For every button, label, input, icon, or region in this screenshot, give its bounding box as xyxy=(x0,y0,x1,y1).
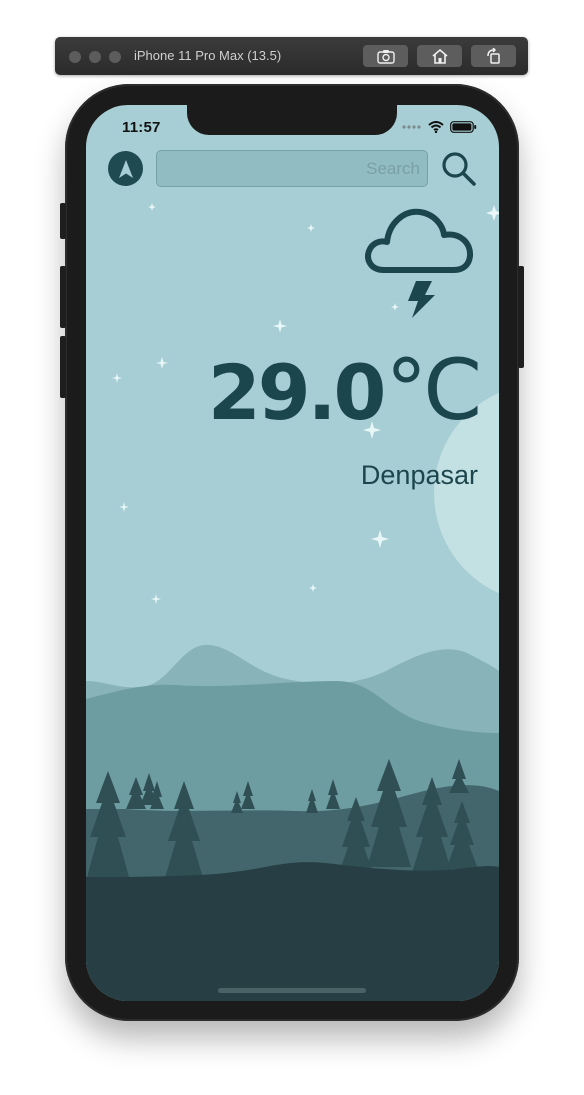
battery-icon xyxy=(450,121,477,133)
star xyxy=(371,530,389,548)
city-name: Denpasar xyxy=(360,460,478,490)
notch xyxy=(187,105,397,135)
rotate-icon xyxy=(486,48,500,64)
status-icons xyxy=(402,121,477,133)
star xyxy=(151,594,161,604)
phone-screen: 11:57 Search 29.0 °C Denpasar xyxy=(86,105,499,1001)
star xyxy=(307,224,315,232)
wifi-icon xyxy=(428,121,444,133)
temperature-value: 29.0 xyxy=(207,348,387,437)
volume-up-button xyxy=(60,266,66,328)
star xyxy=(156,357,168,369)
status-time: 11:57 xyxy=(122,119,161,136)
rotate-button[interactable] xyxy=(471,45,516,67)
foreground-ground xyxy=(86,862,499,1001)
mute-switch xyxy=(60,203,66,239)
screenshot-icon xyxy=(376,49,395,64)
magnifier-icon[interactable] xyxy=(441,151,477,187)
minimize-window-button[interactable] xyxy=(89,51,101,63)
simulator-title: iPhone 11 Pro Max (13.5) xyxy=(134,48,282,63)
zoom-window-button[interactable] xyxy=(109,51,121,63)
thunderstorm-cloud-icon xyxy=(365,208,474,318)
landscape-illustration xyxy=(86,644,499,1001)
close-window-button[interactable] xyxy=(69,51,81,63)
screenshot-button[interactable] xyxy=(363,45,408,67)
star xyxy=(273,319,287,333)
home-button[interactable] xyxy=(417,45,462,67)
star xyxy=(486,205,499,221)
search-input[interactable] xyxy=(156,150,428,187)
signal-dots-icon xyxy=(402,125,421,129)
temperature-display: 29.0 °C xyxy=(207,341,482,439)
star xyxy=(119,502,129,512)
star xyxy=(148,203,156,211)
temperature-unit: °C xyxy=(385,341,482,439)
home-icon xyxy=(431,48,448,64)
star xyxy=(309,584,317,592)
home-indicator[interactable] xyxy=(218,988,366,993)
power-button xyxy=(518,266,524,368)
volume-down-button xyxy=(60,336,66,398)
navigation-arrow-icon xyxy=(118,159,133,178)
location-button[interactable] xyxy=(108,151,143,186)
simulator-window-bar: iPhone 11 Pro Max (13.5) xyxy=(55,37,528,75)
star xyxy=(112,373,122,383)
